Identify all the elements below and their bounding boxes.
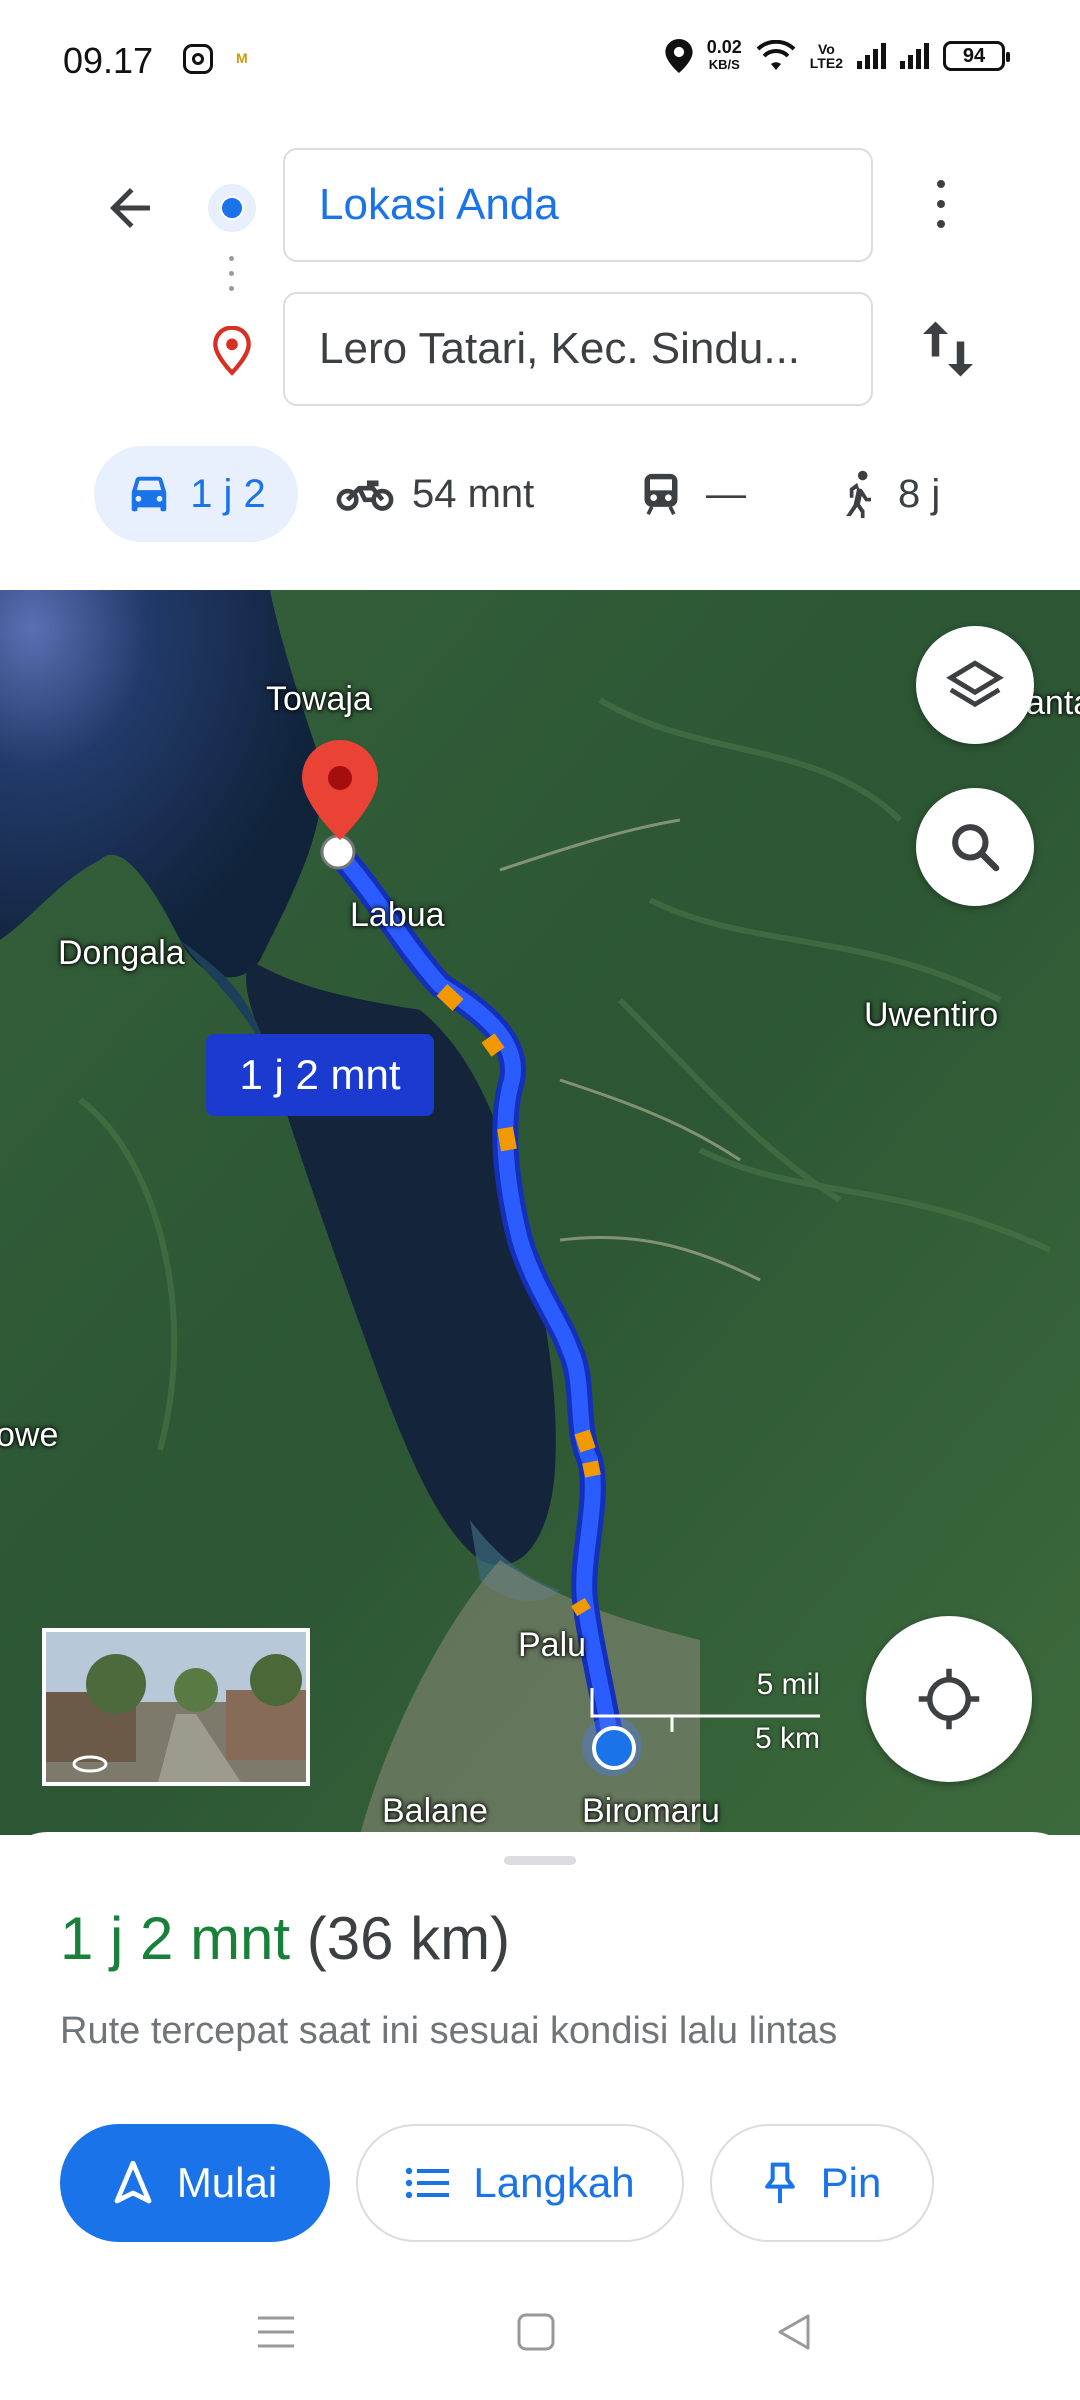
map-label-labua: Labua [350, 896, 445, 934]
mode-walk-tab[interactable]: 8 j [842, 446, 940, 542]
motorbike-icon [336, 480, 394, 511]
net-speed-unit: KB/S [708, 57, 740, 72]
steps-button[interactable]: Langkah [356, 2124, 684, 2242]
swap-vertical-icon [923, 321, 973, 377]
battery-level: 94 [962, 44, 986, 67]
status-indicators: 0.02 KB/S Vo LTE2 94 [665, 38, 1010, 74]
pin-icon [764, 2162, 795, 2204]
net-speed: 0.02 KB/S [707, 38, 742, 74]
arrow-back-icon [110, 188, 150, 228]
app-notification-icon: M [236, 50, 248, 66]
map-label-uwentiro: Uwentiro [864, 996, 999, 1034]
signal-icon-2 [900, 43, 929, 69]
map-label-balane: Balane [382, 1792, 488, 1830]
mode-walk-label: 8 j [898, 471, 941, 516]
mode-motorbike-label: 54 mnt [412, 471, 535, 516]
train-icon [644, 473, 678, 515]
home-nav-icon[interactable] [516, 2312, 556, 2352]
route-description: Rute tercepat saat ini sesuai kondisi la… [60, 2010, 838, 2052]
more-options-button[interactable] [926, 180, 956, 236]
origin-input[interactable]: Lokasi Anda [283, 148, 873, 262]
destination-input[interactable]: Lero Tatari, Kec. Sindu... [283, 292, 873, 406]
map-label-anta: anta [1026, 684, 1080, 722]
net-speed-value: 0.02 [706, 37, 742, 57]
back-button[interactable] [100, 178, 160, 238]
route-eta-badge[interactable]: 1 j 2 mnt [206, 1034, 434, 1116]
destination-pin-icon [208, 325, 256, 378]
layers-button[interactable] [916, 626, 1034, 744]
menu-nav-icon[interactable] [256, 2314, 296, 2350]
map-label-palu: Palu [518, 1626, 587, 1664]
steps-label: Langkah [473, 2159, 635, 2206]
route-duration: 1 j 2 mnt [60, 1905, 291, 1972]
map-label-dongala: Dongala [58, 934, 185, 972]
swap-locations-button[interactable] [918, 316, 978, 382]
list-icon [406, 2167, 450, 2199]
route-dots-icon [229, 256, 235, 306]
mode-car-tab[interactable]: 1 j 2 [94, 446, 298, 542]
pin-label: Pin [820, 2159, 882, 2206]
map-label-owe: owe [0, 1416, 59, 1454]
street-view-image [46, 1632, 306, 1782]
volte-top: Vo [817, 41, 835, 57]
start-label: Mulai [176, 2159, 278, 2206]
scale-km: 5 km [754, 1722, 820, 1755]
location-icon [665, 39, 693, 73]
my-location-button[interactable] [866, 1616, 1032, 1782]
origin-dot-icon [208, 184, 256, 232]
sheet-drag-handle[interactable] [504, 1856, 576, 1865]
signal-icon-1 [857, 43, 886, 69]
volte-indicator: Vo LTE2 [810, 42, 843, 70]
map-view[interactable]: Towaja Labua Dongala Uwentiro owe anta P… [0, 590, 1080, 1835]
map-label-biromaru: Biromaru [582, 1792, 720, 1830]
mode-car-label: 1 j 2 [190, 471, 266, 516]
instagram-icon [183, 44, 213, 74]
pin-button[interactable]: Pin [710, 2124, 934, 2242]
navigation-arrow-icon [114, 2161, 152, 2204]
route-summary: 1 j 2 mnt (36 km) [60, 1904, 510, 1973]
layers-icon [946, 660, 1004, 708]
mode-motorbike-tab[interactable]: 54 mnt [336, 446, 534, 542]
crosshair-icon [918, 1668, 980, 1730]
system-navigation-bar [0, 2290, 1080, 2400]
search-icon [952, 824, 1000, 872]
map-scale: 5 mil 5 km [590, 1668, 820, 1755]
street-view-thumbnail[interactable] [42, 1628, 310, 1786]
wifi-icon [756, 40, 796, 70]
status-time: 09.17 [63, 40, 154, 81]
walking-icon [846, 470, 871, 518]
car-icon [131, 476, 167, 512]
back-nav-icon[interactable] [774, 2312, 814, 2352]
mode-transit-tab[interactable]: — [642, 446, 746, 542]
mode-transit-label: — [706, 471, 746, 516]
volte-bottom: LTE2 [809, 55, 843, 71]
route-distance: (36 km) [306, 1905, 511, 1972]
start-navigation-button[interactable]: Mulai [60, 2124, 330, 2242]
battery-icon: 94 [943, 41, 1010, 71]
map-label-towaja: Towaja [266, 680, 372, 718]
search-along-route-button[interactable] [916, 788, 1034, 906]
status-bar: 09.17 M 0.02 KB/S Vo LTE2 94 [0, 0, 1080, 125]
